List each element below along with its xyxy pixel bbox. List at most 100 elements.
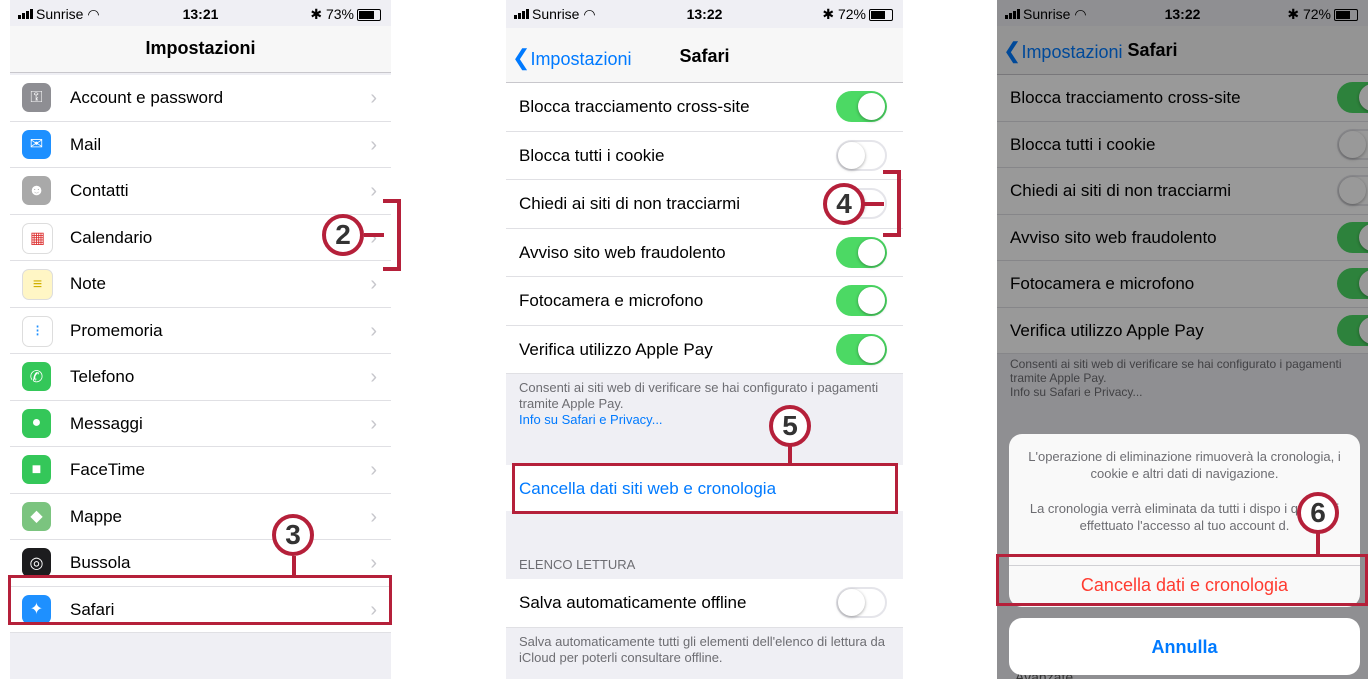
reminders-icon: ⁝ [22, 315, 53, 347]
nav-bar: Impostazioni [10, 26, 391, 73]
toggle-row-6: Verifica utilizzo Apple Pay [506, 325, 903, 374]
annotation-badge-6: 6 [1297, 492, 1339, 534]
toggle-label: Verifica utilizzo Apple Pay [519, 339, 713, 359]
settings-row-label: Calendario [70, 227, 153, 247]
reading-list-header: ELENCO LETTURA [519, 557, 636, 572]
cancel-button[interactable]: Annulla [1009, 618, 1360, 658]
toggle-row-4: Avviso sito web fraudolento [506, 228, 903, 277]
toggle-switch[interactable] [836, 285, 887, 316]
toggle-label: Avviso sito web fraudolento [519, 242, 726, 262]
envelope-icon: ✉ [22, 129, 51, 159]
toggle-row-5: Fotocamera e microfono [506, 277, 903, 326]
toggle-label: Fotocamera e microfono [519, 291, 704, 310]
annotation-highlight-safari [8, 575, 392, 625]
status-bar: Sunrise ◠ 13:22 ✱ 72% [506, 0, 903, 26]
offline-row: Salva automaticamente offline [506, 579, 903, 628]
bluetooth-icon: ✱ [822, 6, 835, 22]
annotation-bracket-4 [883, 170, 901, 237]
chevron-right-icon: › [370, 226, 377, 249]
chevron-right-icon: › [370, 273, 377, 295]
annotation-bracket-2 [383, 199, 401, 271]
safari-toggle-list: Blocca tracciamento cross-site Blocca tut… [506, 83, 903, 374]
toggle-label: Chiedi ai siti di non tracciarmi [519, 194, 741, 213]
chevron-right-icon: › [370, 505, 377, 528]
settings-row-label: Mappe [70, 506, 122, 526]
battery-percent: 72% [837, 6, 866, 22]
settings-row-label: Contatti [70, 181, 129, 200]
settings-row-label: Note [70, 274, 106, 293]
annotation-connector-3 [292, 556, 296, 576]
applepay-footer-text: Consenti ai siti web di verificare se ha… [519, 380, 879, 411]
battery-percent: 73% [325, 6, 354, 22]
settings-row-label: Account e password [70, 88, 224, 107]
chevron-right-icon: › [370, 319, 377, 342]
contacts-icon: ☻ [22, 176, 51, 205]
toggle-switch[interactable] [836, 91, 887, 122]
offline-footer: Salva automaticamente tutti gli elementi… [519, 634, 885, 665]
offline-toggle[interactable] [836, 587, 887, 618]
nav-bar: ❮Impostazioni Safari [506, 28, 903, 83]
chevron-right-icon: › [370, 412, 377, 435]
toggle-switch[interactable] [836, 333, 887, 365]
toggle-switch[interactable] [836, 236, 887, 268]
sheet-message-1: L'operazione di eliminazione rimuoverà l… [1028, 449, 1341, 481]
reading-list-group: Salva automaticamente offline [506, 579, 903, 628]
toggle-row-1: Blocca tracciamento cross-site [506, 83, 903, 132]
message-icon: ● [22, 408, 51, 438]
applepay-footer: Consenti ai siti web di verificare se ha… [506, 380, 903, 428]
offline-label: Salva automaticamente offline [519, 593, 747, 612]
annotation-connector-5 [788, 446, 792, 464]
settings-row-telefono[interactable]: ✆ Telefono › [10, 354, 391, 401]
settings-row-mappe[interactable]: ◆ Mappe › [10, 494, 391, 540]
settings-row-label: FaceTime [70, 460, 145, 479]
settings-row-mail[interactable]: ✉ Mail › [10, 122, 391, 168]
toggle-label: Blocca tutti i cookie [519, 145, 665, 165]
settings-row-promemoria[interactable]: ⁝ Promemoria › [10, 308, 391, 354]
cancel-sheet: Annulla [1009, 618, 1360, 675]
settings-list: ⚿ Account e password › ✉ Mail › ☻ Contatti › ▦ Cal… [10, 75, 391, 633]
chevron-right-icon: › [370, 459, 377, 481]
calendar-icon: ▦ [22, 222, 53, 254]
video-icon: ■ [22, 455, 51, 484]
annotation-connector-6 [1316, 533, 1320, 555]
settings-row-contatti[interactable]: ☻ Contatti › [10, 168, 391, 215]
settings-row-note[interactable]: ≡ Note › [10, 261, 391, 308]
chevron-right-icon: › [370, 180, 377, 202]
safari-settings-screen: Sunrise ◠ 13:22 ✱ 72% ❮Impostazioni Safa… [506, 0, 903, 679]
map-icon: ◆ [22, 501, 51, 531]
privacy-link[interactable]: Info su Safari e Privacy... [519, 412, 890, 428]
settings-row-label: Promemoria [70, 320, 163, 340]
battery-icon [869, 9, 893, 22]
annotation-highlight-destructive [996, 554, 1368, 606]
annotation-badge-3: 3 [272, 514, 314, 556]
key-icon: ⚿ [22, 83, 51, 112]
toggle-label: Blocca tracciamento cross-site [519, 97, 750, 116]
chevron-right-icon: › [370, 87, 377, 109]
annotation-badge-2: 2 [322, 214, 364, 256]
chevron-right-icon: › [370, 133, 377, 156]
battery-icon [357, 9, 381, 22]
page-title: Impostazioni [145, 38, 256, 58]
settings-row-messaggi[interactable]: ● Messaggi › [10, 401, 391, 447]
toggle-switch[interactable] [836, 139, 887, 171]
chevron-right-icon: › [370, 552, 377, 574]
settings-row-facetime[interactable]: ■ FaceTime › [10, 447, 391, 494]
annotation-highlight-clear [512, 463, 898, 514]
phone-icon: ✆ [22, 362, 51, 391]
page-title: Safari [679, 46, 730, 66]
chevron-right-icon: › [370, 366, 377, 388]
toggle-row-2: Blocca tutti i cookie [506, 131, 903, 180]
annotation-badge-5: 5 [769, 405, 811, 447]
notes-icon: ≡ [22, 269, 53, 300]
settings-row-account-e-password[interactable]: ⚿ Account e password › [10, 75, 391, 122]
settings-row-label: Messaggi [70, 413, 143, 433]
annotation-badge-4: 4 [823, 183, 865, 225]
settings-row-label: Bussola [70, 553, 131, 572]
bluetooth-icon: ✱ [310, 6, 323, 22]
settings-row-label: Mail [70, 134, 102, 154]
settings-row-label: Telefono [70, 367, 135, 386]
compass-icon: ◎ [22, 548, 51, 577]
annotation-connector-4 [864, 202, 884, 206]
annotation-connector-2 [364, 233, 384, 237]
status-bar: Sunrise ◠ 13:21 ✱ 73% [10, 0, 391, 26]
